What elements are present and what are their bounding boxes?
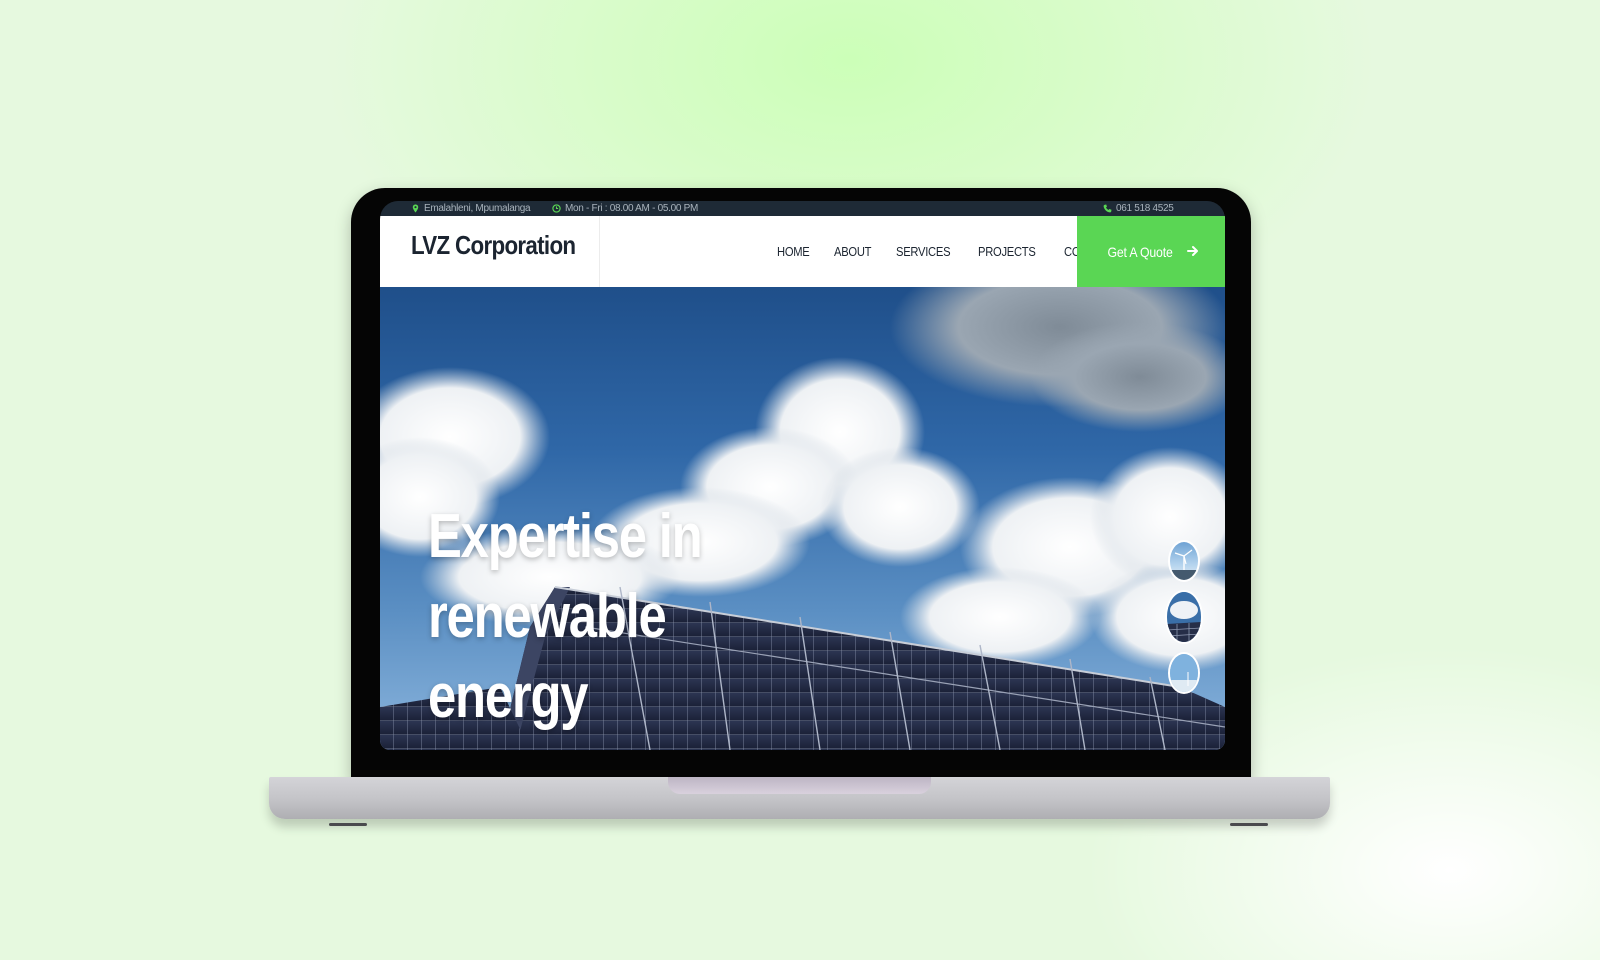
nav-item-projects[interactable]: PROJECTS: [978, 244, 1036, 259]
slide-thumb-wind-turbine[interactable]: [1168, 540, 1200, 582]
main-navbar: LVZ Corporation HOME ABOUT SERVICES PROJ…: [380, 216, 1225, 287]
top-info-bar: Emalahleni, Mpumalanga Mon - Fri : 08.00…: [380, 201, 1225, 216]
location-text: Emalahleni, Mpumalanga: [424, 203, 531, 214]
brand-divider: [599, 216, 600, 287]
headline-line-3: technologies: [428, 737, 772, 750]
website-screen: Emalahleni, Mpumalanga Mon - Fri : 08.00…: [380, 201, 1225, 750]
clock-icon: [552, 204, 561, 213]
headline-line-1: Expertise in: [428, 502, 703, 571]
headline-line-2: renewable energy: [428, 582, 667, 731]
nav-item-home[interactable]: HOME: [777, 244, 810, 259]
hero-headline: Expertise in renewable energy technologi…: [428, 497, 772, 750]
map-pin-icon: [411, 204, 420, 213]
hours-info: Mon - Fri : 08.00 AM - 05.00 PM: [552, 201, 698, 216]
get-quote-button[interactable]: Get A Quote: [1077, 216, 1225, 287]
phone-icon: [1103, 204, 1112, 213]
brand-logo[interactable]: LVZ Corporation: [411, 230, 576, 261]
phone-text[interactable]: 061 518 4525: [1116, 201, 1174, 216]
slide-thumb-solar-panels[interactable]: [1165, 590, 1203, 644]
nav-item-about[interactable]: ABOUT: [834, 244, 871, 259]
laptop-foot-right: [1230, 823, 1268, 826]
phone-info[interactable]: 061 518 4525: [1103, 201, 1174, 216]
arrow-right-icon: [1187, 244, 1199, 260]
laptop-foot-left: [329, 823, 367, 826]
get-quote-label: Get A Quote: [1107, 243, 1173, 260]
slide-thumb-sky[interactable]: [1168, 652, 1200, 694]
hours-text: Mon - Fri : 08.00 AM - 05.00 PM: [565, 203, 698, 214]
location-info: Emalahleni, Mpumalanga: [411, 201, 531, 216]
hero-banner: Expertise in renewable energy technologi…: [380, 287, 1225, 750]
laptop-notch: [668, 777, 931, 794]
nav-item-services[interactable]: SERVICES: [896, 244, 951, 259]
